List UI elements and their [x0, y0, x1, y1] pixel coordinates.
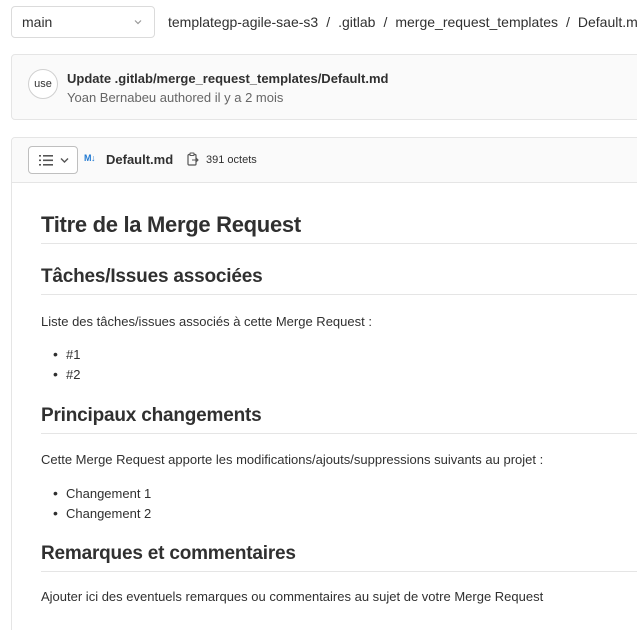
heading-divider	[41, 294, 637, 295]
breadcrumb: templategp-agile-sae-s3 / .gitlab / merg…	[168, 14, 637, 30]
list-item: #2	[53, 366, 81, 382]
commit-author[interactable]: Yoan Bernabeu	[67, 90, 156, 105]
section-text: Cette Merge Request apporte les modifica…	[41, 452, 544, 467]
section-text: Liste des tâches/issues associés à cette…	[41, 314, 372, 329]
commit-title[interactable]: Update .gitlab/merge_request_templates/D…	[67, 71, 388, 86]
heading-divider	[41, 571, 637, 572]
commit-time: authored il y a 2 mois	[159, 90, 284, 105]
file-name: Default.md	[106, 152, 174, 167]
breadcrumb-separator: /	[326, 14, 331, 30]
copy-icon[interactable]	[187, 152, 199, 166]
breadcrumb-item-templates[interactable]: merge_request_templates	[395, 14, 558, 30]
branch-name: main	[22, 14, 53, 30]
section-heading: Remarques et commentaires	[41, 543, 296, 564]
breadcrumb-separator: /	[383, 14, 388, 30]
avatar[interactable]: use	[28, 69, 58, 99]
list-icon	[39, 155, 53, 166]
commit-meta: Yoan Bernabeu authored il y a 2 mois	[67, 90, 283, 105]
file-viewer: M↓ Default.md 391 octets Titre de la Mer…	[11, 137, 637, 630]
heading-divider	[41, 243, 637, 244]
list-item: #1	[53, 346, 81, 362]
chevron-down-icon	[134, 20, 142, 25]
file-size: 391 octets	[206, 154, 257, 166]
breadcrumb-separator: /	[566, 14, 570, 30]
markdown-icon: M↓	[84, 153, 96, 163]
last-commit-panel: use Update .gitlab/merge_request_templat…	[11, 54, 637, 120]
section-heading: Tâches/Issues associées	[41, 266, 263, 287]
branch-dropdown[interactable]: main	[11, 6, 155, 38]
heading-divider	[41, 433, 637, 434]
breadcrumb-item-gitlab[interactable]: .gitlab	[338, 14, 375, 30]
section-text: Ajouter ici des eventuels remarques ou c…	[41, 589, 544, 604]
section-heading: Principaux changements	[41, 405, 262, 426]
file-header: M↓ Default.md 391 octets	[12, 138, 637, 183]
breadcrumb-item-project[interactable]: templategp-agile-sae-s3	[168, 14, 318, 30]
list-item: Changement 2	[53, 505, 151, 521]
chevron-down-icon	[60, 158, 69, 163]
page-title: Titre de la Merge Request	[41, 212, 301, 237]
breadcrumb-item-file[interactable]: Default.md	[578, 14, 637, 30]
list-item: Changement 1	[53, 485, 151, 501]
table-of-contents-button[interactable]	[28, 146, 78, 174]
